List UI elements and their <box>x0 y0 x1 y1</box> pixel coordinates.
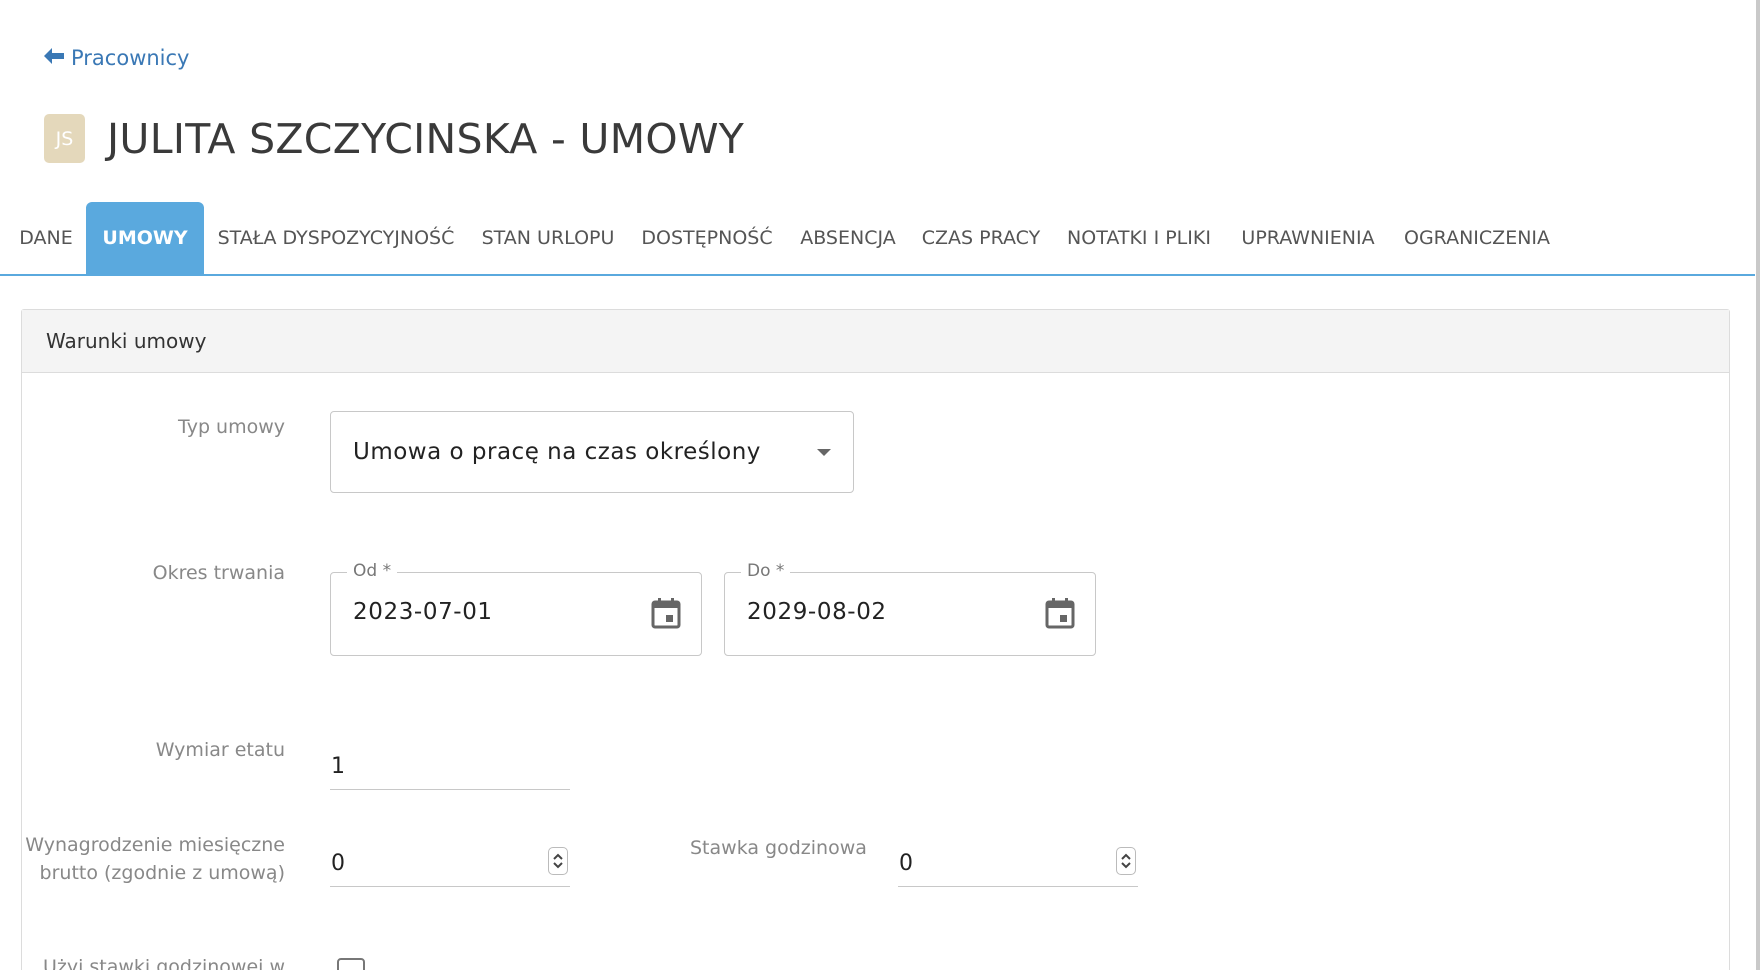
scrollbar[interactable] <box>1756 0 1760 970</box>
tab-dostepnosc[interactable]: DOSTĘPNOŚĆ <box>628 202 786 274</box>
number-spinner-icon[interactable] <box>548 847 568 875</box>
page-title: JULITA SZCZYCINSKA - UMOWY <box>107 114 745 163</box>
date-to-field[interactable]: Do * 2029-08-02 <box>724 561 1096 656</box>
fte-value: 1 <box>331 754 345 779</box>
tab-uprawnienia[interactable]: UPRAWNIENIA <box>1226 202 1390 274</box>
tab-stala-dyspozycyjnosc[interactable]: STAŁA DYSPOZYCYJNOŚĆ <box>204 202 468 274</box>
date-to-value: 2029-08-02 <box>747 599 887 625</box>
tab-bar: DANE UMOWY STAŁA DYSPOZYCYJNOŚĆ STAN URL… <box>0 202 1755 276</box>
hourly-rate-label: Stawka godzinowa <box>690 837 867 859</box>
card-title: Warunki umowy <box>22 310 1729 373</box>
tab-ograniczenia[interactable]: OGRANICZENIA <box>1390 202 1564 274</box>
contract-type-select[interactable]: Umowa o pracę na czas określony <box>330 411 854 493</box>
avatar: JS <box>44 114 85 163</box>
monthly-salary-label-line1: Wynagrodzenie miesięczne <box>25 834 285 856</box>
hourly-rate-value: 0 <box>899 851 913 876</box>
period-label: Okres trwania <box>152 562 285 584</box>
number-spinner-icon[interactable] <box>1116 847 1136 875</box>
arrow-left-icon <box>43 47 65 70</box>
back-to-employees-link[interactable]: Pracownicy <box>43 46 189 70</box>
use-hourly-rate-label: Użyj stawki godzinowej w <box>42 956 285 970</box>
date-from-field[interactable]: Od * 2023-07-01 <box>330 561 702 656</box>
calendar-icon[interactable] <box>651 597 681 629</box>
monthly-salary-label: Wynagrodzenie miesięczne brutto (zgodnie… <box>25 831 285 887</box>
tab-notatki-i-pliki[interactable]: NOTATKI I PLIKI <box>1052 202 1226 274</box>
contract-type-label: Typ umowy <box>178 416 285 438</box>
date-from-value: 2023-07-01 <box>353 599 493 625</box>
monthly-salary-value: 0 <box>331 851 345 876</box>
monthly-salary-label-line2: brutto (zgodnie z umową) <box>39 862 285 884</box>
tab-absencja[interactable]: ABSENCJA <box>786 202 910 274</box>
tab-dane[interactable]: DANE <box>0 202 92 274</box>
dropdown-caret-icon <box>817 449 831 456</box>
date-from-legend: Od * <box>347 561 398 581</box>
tab-czas-pracy[interactable]: CZAS PRACY <box>910 202 1052 274</box>
back-link-label: Pracownicy <box>71 46 190 70</box>
date-to-legend: Do * <box>741 561 791 581</box>
contract-type-value: Umowa o pracę na czas określony <box>353 439 761 465</box>
tab-stan-urlopu[interactable]: STAN URLOPU <box>468 202 628 274</box>
hourly-rate-input[interactable]: 0 <box>898 843 1138 887</box>
tab-umowy[interactable]: UMOWY <box>86 202 204 274</box>
page-header: JS JULITA SZCZYCINSKA - UMOWY <box>44 114 744 163</box>
page: Pracownicy JS JULITA SZCZYCINSKA - UMOWY… <box>0 0 1760 970</box>
calendar-icon[interactable] <box>1045 597 1075 629</box>
fte-input[interactable]: 1 <box>330 746 570 790</box>
fte-label: Wymiar etatu <box>155 739 285 761</box>
monthly-salary-input[interactable]: 0 <box>330 843 570 887</box>
use-hourly-rate-checkbox[interactable] <box>337 958 365 970</box>
